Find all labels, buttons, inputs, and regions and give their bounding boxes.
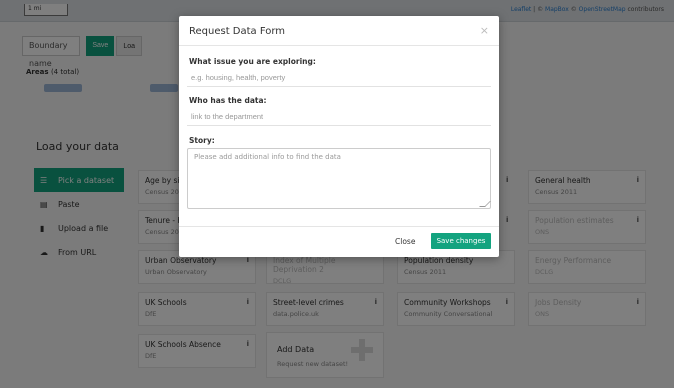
close-button[interactable]: Close — [395, 237, 415, 246]
request-data-modal: Request Data Form × What issue you are e… — [179, 16, 499, 257]
story-label: Story: — [189, 136, 215, 145]
issue-label: What issue you are exploring: — [189, 57, 316, 66]
issue-input[interactable] — [187, 69, 491, 87]
modal-title: Request Data Form — [189, 26, 286, 37]
story-textarea[interactable] — [187, 148, 491, 209]
owner-input[interactable] — [187, 108, 491, 126]
close-icon[interactable]: × — [480, 24, 489, 37]
save-changes-button[interactable]: Save changes — [431, 233, 491, 249]
modal-header: Request Data Form × — [179, 16, 499, 46]
modal-footer: Close Save changes — [179, 226, 499, 257]
owner-label: Who has the data: — [189, 96, 267, 105]
